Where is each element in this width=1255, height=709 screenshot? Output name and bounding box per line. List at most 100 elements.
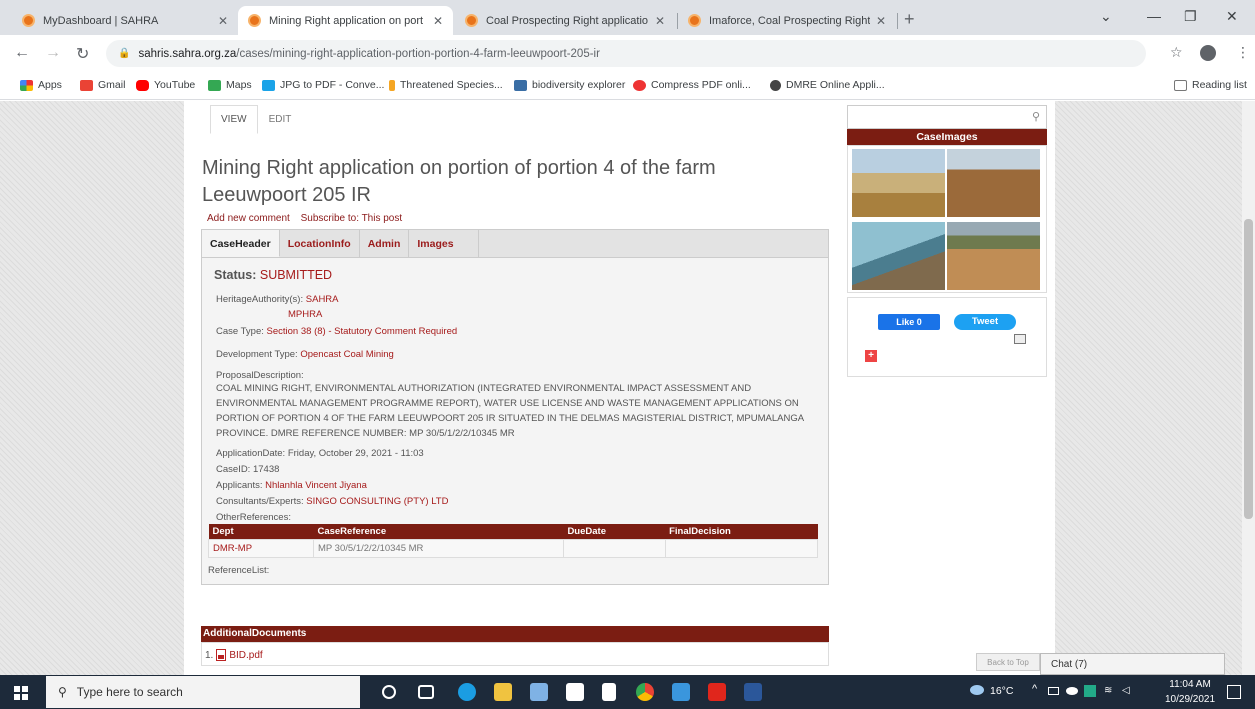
lock-icon: 🔒: [118, 48, 131, 59]
app-icon-2[interactable]: [672, 683, 690, 701]
caseid-field: CaseID: 17438: [216, 464, 280, 475]
caseimages-header: CaseImages: [847, 129, 1047, 145]
profile-avatar-icon[interactable]: [1200, 45, 1216, 61]
browser-tab-mining-right[interactable]: Mining Right application on port ✕: [238, 6, 453, 35]
post-links: Add new comment Subscribe to: This post: [207, 213, 410, 224]
weather-temp[interactable]: 16°C: [990, 685, 1013, 697]
reading-list-button[interactable]: Reading list: [1174, 79, 1247, 91]
wifi-icon[interactable]: ≋: [1104, 685, 1112, 696]
close-icon[interactable]: ✕: [433, 14, 443, 28]
bookmark-jpg-to-pdf[interactable]: JPG to PDF - Conve...: [262, 79, 384, 91]
bookmark-maps[interactable]: Maps: [208, 79, 252, 91]
proposal-label: ProposalDescription:: [216, 370, 304, 381]
tab-search-icon[interactable]: ⌄: [1100, 8, 1112, 25]
weather-icon[interactable]: [970, 685, 984, 695]
taskbar-search-input[interactable]: ⚲ Type here to search: [46, 676, 360, 708]
more-menu-icon[interactable]: ⋮: [1236, 44, 1250, 61]
volume-icon[interactable]: ◁: [1122, 685, 1130, 696]
forward-arrow-icon[interactable]: →: [45, 44, 61, 62]
tab-admin[interactable]: Admin: [360, 230, 410, 257]
species-icon: [389, 79, 395, 91]
case-reference-cell: MP 30/5/1/2/2/10345 MR: [312, 539, 564, 558]
table-header: FinalDecision: [665, 524, 818, 540]
page-scrollbar[interactable]: [1242, 101, 1255, 675]
proposal-description: COAL MINING RIGHT, ENVIRONMENTAL AUTHORI…: [216, 383, 804, 439]
bookmark-apps[interactable]: Apps: [20, 79, 62, 91]
page-background-right: [1055, 101, 1242, 675]
case-image-thumbnail[interactable]: [947, 222, 1040, 290]
tab-caseheader[interactable]: CaseHeader: [202, 230, 280, 257]
bookmark-threatened-species[interactable]: Threatened Species...: [389, 79, 503, 91]
bookmark-compress-pdf[interactable]: Compress PDF onli...: [633, 79, 751, 91]
windows-start-icon[interactable]: [14, 686, 28, 700]
onedrive-icon[interactable]: [1066, 687, 1078, 695]
reload-icon[interactable]: ↻: [76, 44, 89, 64]
tab-view[interactable]: VIEW: [210, 105, 258, 134]
minimize-icon[interactable]: —: [1147, 8, 1161, 24]
edge-icon[interactable]: [458, 683, 476, 701]
reference-list-label: ReferenceList:: [208, 565, 270, 576]
acrobat-icon[interactable]: [708, 683, 726, 701]
browser-tab-strip: MyDashboard | SAHRA ✕ Mining Right appli…: [0, 0, 1255, 35]
sahra-favicon-icon: [465, 14, 478, 27]
bookmark-youtube[interactable]: YouTube: [136, 79, 195, 91]
battery-icon[interactable]: [1048, 687, 1059, 695]
store-icon[interactable]: [566, 683, 584, 701]
case-image-thumbnail[interactable]: [947, 149, 1040, 217]
close-icon[interactable]: ✕: [655, 14, 665, 28]
bid-pdf-link[interactable]: BID.pdf: [229, 650, 262, 661]
dept-link[interactable]: DMR-MP: [208, 539, 314, 558]
page-background-left: [0, 101, 184, 675]
sahra-favicon-icon: [248, 14, 261, 27]
tab-edit[interactable]: EDIT: [258, 105, 303, 134]
cortana-icon[interactable]: [382, 685, 396, 699]
browser-tab-coal-prospecting[interactable]: Coal Prospecting Right applicatio ✕: [455, 6, 675, 35]
case-image-thumbnail[interactable]: [852, 222, 945, 290]
case-image-thumbnail[interactable]: [852, 149, 945, 217]
case-images-grid: [847, 145, 1047, 293]
final-decision-cell: [664, 539, 819, 558]
tweet-button[interactable]: Tweet: [954, 314, 1016, 330]
word-icon[interactable]: [744, 683, 762, 701]
search-icon[interactable]: ⚲: [1032, 110, 1040, 123]
app-tray-icon[interactable]: [1084, 685, 1096, 697]
restore-icon[interactable]: ❐: [1184, 8, 1197, 25]
subscribe-link[interactable]: Subscribe to: This post: [301, 213, 403, 224]
bookmark-dmre[interactable]: DMRE Online Appli...: [770, 79, 885, 91]
case-tabs: CaseHeader LocationInfo Admin Images: [202, 230, 828, 258]
scrollbar-thumb[interactable]: [1244, 219, 1253, 519]
browser-tab-mydashboard[interactable]: MyDashboard | SAHRA ✕: [12, 6, 238, 35]
tab-locationinfo[interactable]: LocationInfo: [280, 230, 360, 257]
url-input[interactable]: 🔒 sahris.sahra.org.za /cases/mining-righ…: [106, 40, 1146, 67]
tray-chevron-icon[interactable]: ^: [1032, 683, 1037, 695]
facebook-like-button[interactable]: Like 0: [878, 314, 940, 330]
chrome-icon[interactable]: [636, 683, 654, 701]
share-panel: Like 0 Tweet +: [847, 297, 1047, 377]
system-clock[interactable]: 11:04 AM 10/29/2021: [1165, 677, 1215, 707]
back-arrow-icon[interactable]: ←: [14, 44, 30, 62]
close-icon[interactable]: ✕: [218, 14, 228, 28]
mail-icon[interactable]: [1014, 334, 1026, 344]
chat-button[interactable]: Chat (7): [1040, 653, 1225, 675]
notepad-icon[interactable]: [602, 683, 616, 701]
new-tab-button[interactable]: +: [904, 9, 915, 30]
reading-list-icon: [1174, 79, 1187, 91]
close-icon[interactable]: ✕: [876, 14, 886, 28]
bookmark-gmail[interactable]: Gmail: [80, 79, 125, 91]
table-header: CaseReference: [313, 524, 564, 540]
file-explorer-icon[interactable]: [494, 683, 512, 701]
bookmark-biodiversity[interactable]: biodiversity explorer: [514, 79, 625, 91]
status-value: SUBMITTED: [259, 268, 333, 282]
notifications-icon[interactable]: [1227, 685, 1241, 699]
share-plus-icon[interactable]: +: [865, 350, 877, 362]
bookmark-star-icon[interactable]: ☆: [1170, 44, 1183, 61]
task-view-icon[interactable]: [418, 685, 434, 699]
add-comment-link[interactable]: Add new comment: [207, 213, 290, 224]
window-close-icon[interactable]: ✕: [1226, 8, 1238, 25]
additional-documents-header: AdditionalDocuments: [201, 626, 829, 642]
tab-images[interactable]: Images: [409, 230, 479, 257]
app-icon[interactable]: [530, 683, 548, 701]
back-to-top-button[interactable]: Back to Top: [976, 653, 1040, 671]
search-input[interactable]: ⚲: [847, 105, 1047, 129]
browser-tab-imaforce[interactable]: Imaforce, Coal Prospecting Right ✕: [678, 6, 896, 35]
